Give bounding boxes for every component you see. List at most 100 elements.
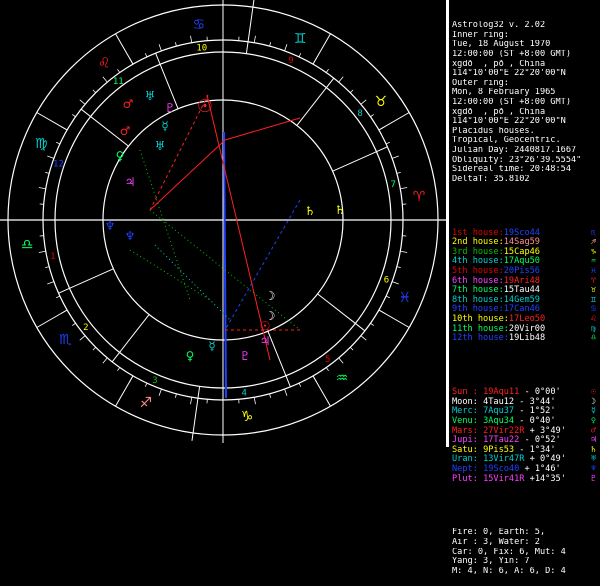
planet-position: 19Sco40	[483, 464, 519, 474]
planet-glyph-icon: ☿	[161, 119, 168, 133]
planet-glyph-icon: ♆	[125, 229, 136, 243]
zodiac-sign-icon: ♏	[59, 332, 72, 348]
planet-glyph-icon: ♂	[123, 97, 134, 111]
degree-tick	[145, 383, 147, 387]
chart-header: Astrolog32 v. 2.02Inner ring:Tue, 18 Aug…	[452, 21, 598, 184]
house-position: 14Gem59	[504, 295, 540, 305]
planet-glyph-icon: ♄	[305, 204, 316, 218]
planet-list: Sun : 19Aqu11 - 0°00'☉Moon: 4Tau12 - 3°4…	[452, 388, 598, 484]
degree-tick	[379, 310, 385, 314]
planet-name: Satu:	[452, 445, 478, 455]
house-number: 1	[50, 252, 55, 262]
house-position: 15Cap46	[504, 247, 540, 257]
planet-glyph-icon: ♇	[165, 101, 176, 115]
aspect-line	[155, 245, 230, 320]
degree-tick	[339, 358, 343, 363]
house-label: 12th house:	[452, 333, 509, 343]
degree-tick	[56, 296, 60, 298]
element-line: Fire: 0, Earth: 5,	[452, 528, 598, 538]
zodiac-sign-icon: ♎	[21, 237, 34, 253]
header-line: 12:00:00 (ST +8:00 GMT)	[452, 98, 598, 108]
planet-position: 19Aqu11	[483, 387, 519, 397]
aspect-line	[140, 150, 190, 300]
house-position: 19Lib48	[509, 333, 545, 343]
degree-tick	[254, 36, 255, 43]
degree-tick	[379, 127, 385, 131]
header-line: DeltaT: 35.8102	[452, 175, 598, 185]
house-cusp	[192, 386, 200, 440]
degree-tick	[45, 172, 49, 173]
house-cusp-outer	[355, 323, 364, 330]
aspect-line	[130, 250, 210, 300]
header-line: Astrolog32 v. 2.02	[452, 21, 598, 31]
house-position: 19Ari48	[504, 276, 540, 286]
header-line: 114°10'00"E 22°20'00"N	[452, 69, 598, 79]
degree-tick	[72, 323, 75, 325]
degree-tick	[370, 114, 373, 116]
degree-tick	[299, 383, 301, 387]
house-label: 8th house:	[452, 295, 504, 305]
house-label: 10th house:	[452, 314, 509, 324]
aspect-line	[225, 118, 300, 140]
header-line: 114°10'00"E 22°20'00"N	[452, 117, 598, 127]
planet-position: 27Vir22R	[483, 426, 524, 436]
house-position: 19Sco44	[504, 228, 540, 238]
planet-position: 7Aqu37	[483, 406, 514, 416]
house-cusp-outer	[376, 147, 387, 152]
zodiac-sign-icon: ♊	[294, 31, 307, 47]
planet-glyph-icon: ♂	[120, 124, 131, 138]
degree-tick	[39, 188, 46, 189]
planet-aspect: + 0°49'	[530, 454, 566, 464]
degree-tick	[117, 367, 119, 370]
degree-tick	[339, 77, 343, 82]
header-line: Inner ring:	[452, 31, 598, 41]
house-label: 2nd house:	[452, 237, 504, 247]
degree-tick	[361, 100, 366, 104]
house-position: 17Leo50	[509, 314, 545, 324]
house-number: 4	[241, 389, 246, 399]
degree-tick	[350, 347, 353, 350]
house-cusp-outer	[286, 376, 290, 387]
degree-tick	[159, 44, 161, 51]
degree-tick	[397, 267, 401, 268]
chart-wheel-svg: ♈♉♊♋♌♍♎♏♐♑♒♓ 123456789101112 ♂♅♇☿♀♃♄☽☉♆♂…	[0, 0, 446, 447]
degree-tick	[392, 282, 399, 284]
header-line: Julian Day: 2440817.1667	[452, 146, 598, 156]
planet-glyph-icon: ♀	[116, 149, 125, 163]
planet-icon: ♄	[591, 446, 596, 456]
degree-tick	[159, 389, 161, 396]
planet-aspect: - 0°52'	[524, 435, 560, 445]
house-position: 20Vir00	[509, 324, 545, 334]
header-line: Placidus houses.	[452, 127, 598, 137]
planet-aspect: + 1°46'	[524, 464, 560, 474]
degree-tick	[103, 358, 107, 363]
zodiac-sign-icon: ♋	[193, 17, 206, 33]
zodiac-sign-icon: ♑	[241, 409, 254, 425]
planet-position: 9Pis53	[483, 445, 514, 455]
house-cusp-outer	[112, 352, 119, 361]
planet-position: 15Vir41R	[483, 474, 524, 484]
element-line: Yang: 3, Yin: 7	[452, 557, 598, 567]
house-cusp	[120, 315, 150, 353]
degree-tick	[400, 188, 407, 189]
degree-tick	[285, 389, 287, 396]
degree-tick	[130, 376, 134, 382]
planet-icon: ♇	[591, 475, 596, 485]
planet-glyph-icon: ♅	[145, 89, 156, 103]
house-label: 4th house:	[452, 256, 504, 266]
degree-tick	[117, 69, 119, 72]
house-cusp-outer	[59, 288, 70, 293]
element-line: Air : 3, Water: 2	[452, 538, 598, 548]
degree-tick	[191, 36, 192, 43]
panel-divider	[446, 0, 449, 447]
house-position: 14Sag59	[504, 237, 540, 247]
header-line: Obliquity: 23°26'39.5554"	[452, 156, 598, 166]
house-number: 2	[83, 323, 88, 333]
header-line: Sidereal time: 20:48:54	[452, 165, 598, 175]
degree-tick	[103, 77, 107, 82]
chart-wheel[interactable]: ♈♉♊♋♌♍♎♏♐♑♒♓ 123456789101112 ♂♅♇☿♀♃♄☽☉♆♂…	[0, 0, 446, 447]
planet-position: 17Tau22	[483, 435, 519, 445]
planet-name: Jupi:	[452, 435, 478, 445]
zodiac-sign-icon: ♓	[399, 290, 412, 306]
planet-name: Merc:	[452, 406, 478, 416]
